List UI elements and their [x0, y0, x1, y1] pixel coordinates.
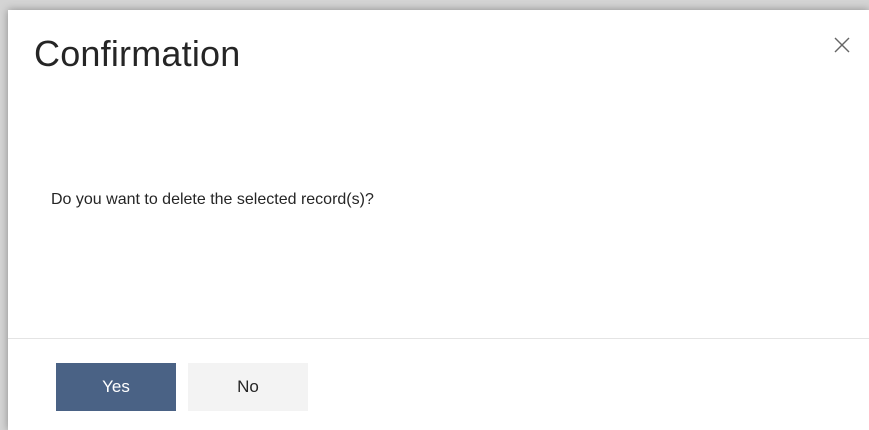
dialog-message: Do you want to delete the selected recor…	[51, 191, 374, 208]
dialog-title: Confirmation	[34, 33, 241, 74]
close-button[interactable]	[829, 32, 855, 58]
confirmation-dialog: Confirmation Do you want to delete the s…	[8, 10, 869, 430]
no-button[interactable]: No	[188, 363, 308, 411]
close-icon	[834, 37, 850, 53]
footer-divider	[8, 338, 869, 339]
yes-button[interactable]: Yes	[56, 363, 176, 411]
